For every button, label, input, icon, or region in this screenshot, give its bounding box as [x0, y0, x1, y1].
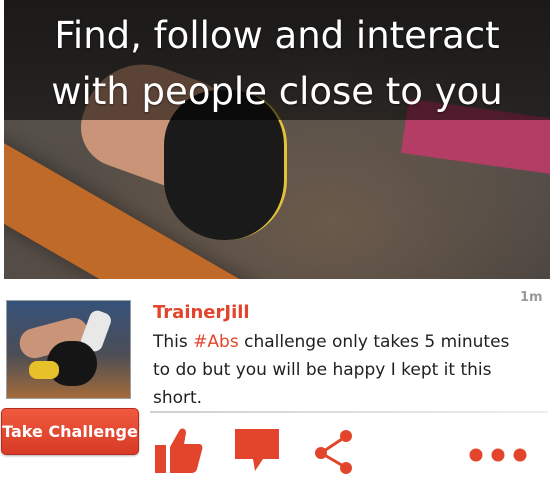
- divider: [150, 411, 548, 413]
- take-challenge-button[interactable]: Take Challenge: [1, 408, 139, 455]
- post-username[interactable]: TrainerJill: [153, 302, 250, 323]
- more-icon[interactable]: [468, 425, 528, 475]
- comment-icon[interactable]: [233, 425, 281, 475]
- hero-image: Find, follow and interact with people cl…: [4, 0, 550, 279]
- post-text: This #Abs challenge only takes 5 minutes…: [153, 328, 528, 412]
- thumbs-up-icon[interactable]: [155, 425, 203, 475]
- hero-title-line-2: with people close to you: [51, 70, 503, 113]
- hashtag-link[interactable]: #Abs: [193, 332, 239, 352]
- hero-title: Find, follow and interact with people cl…: [4, 8, 550, 120]
- share-icon[interactable]: [313, 425, 355, 475]
- post-text-start: This: [153, 332, 194, 352]
- hero-title-line-1: Find, follow and interact: [54, 14, 500, 57]
- post-timestamp: 1m: [520, 290, 543, 305]
- challenge-thumbnail[interactable]: [6, 300, 131, 399]
